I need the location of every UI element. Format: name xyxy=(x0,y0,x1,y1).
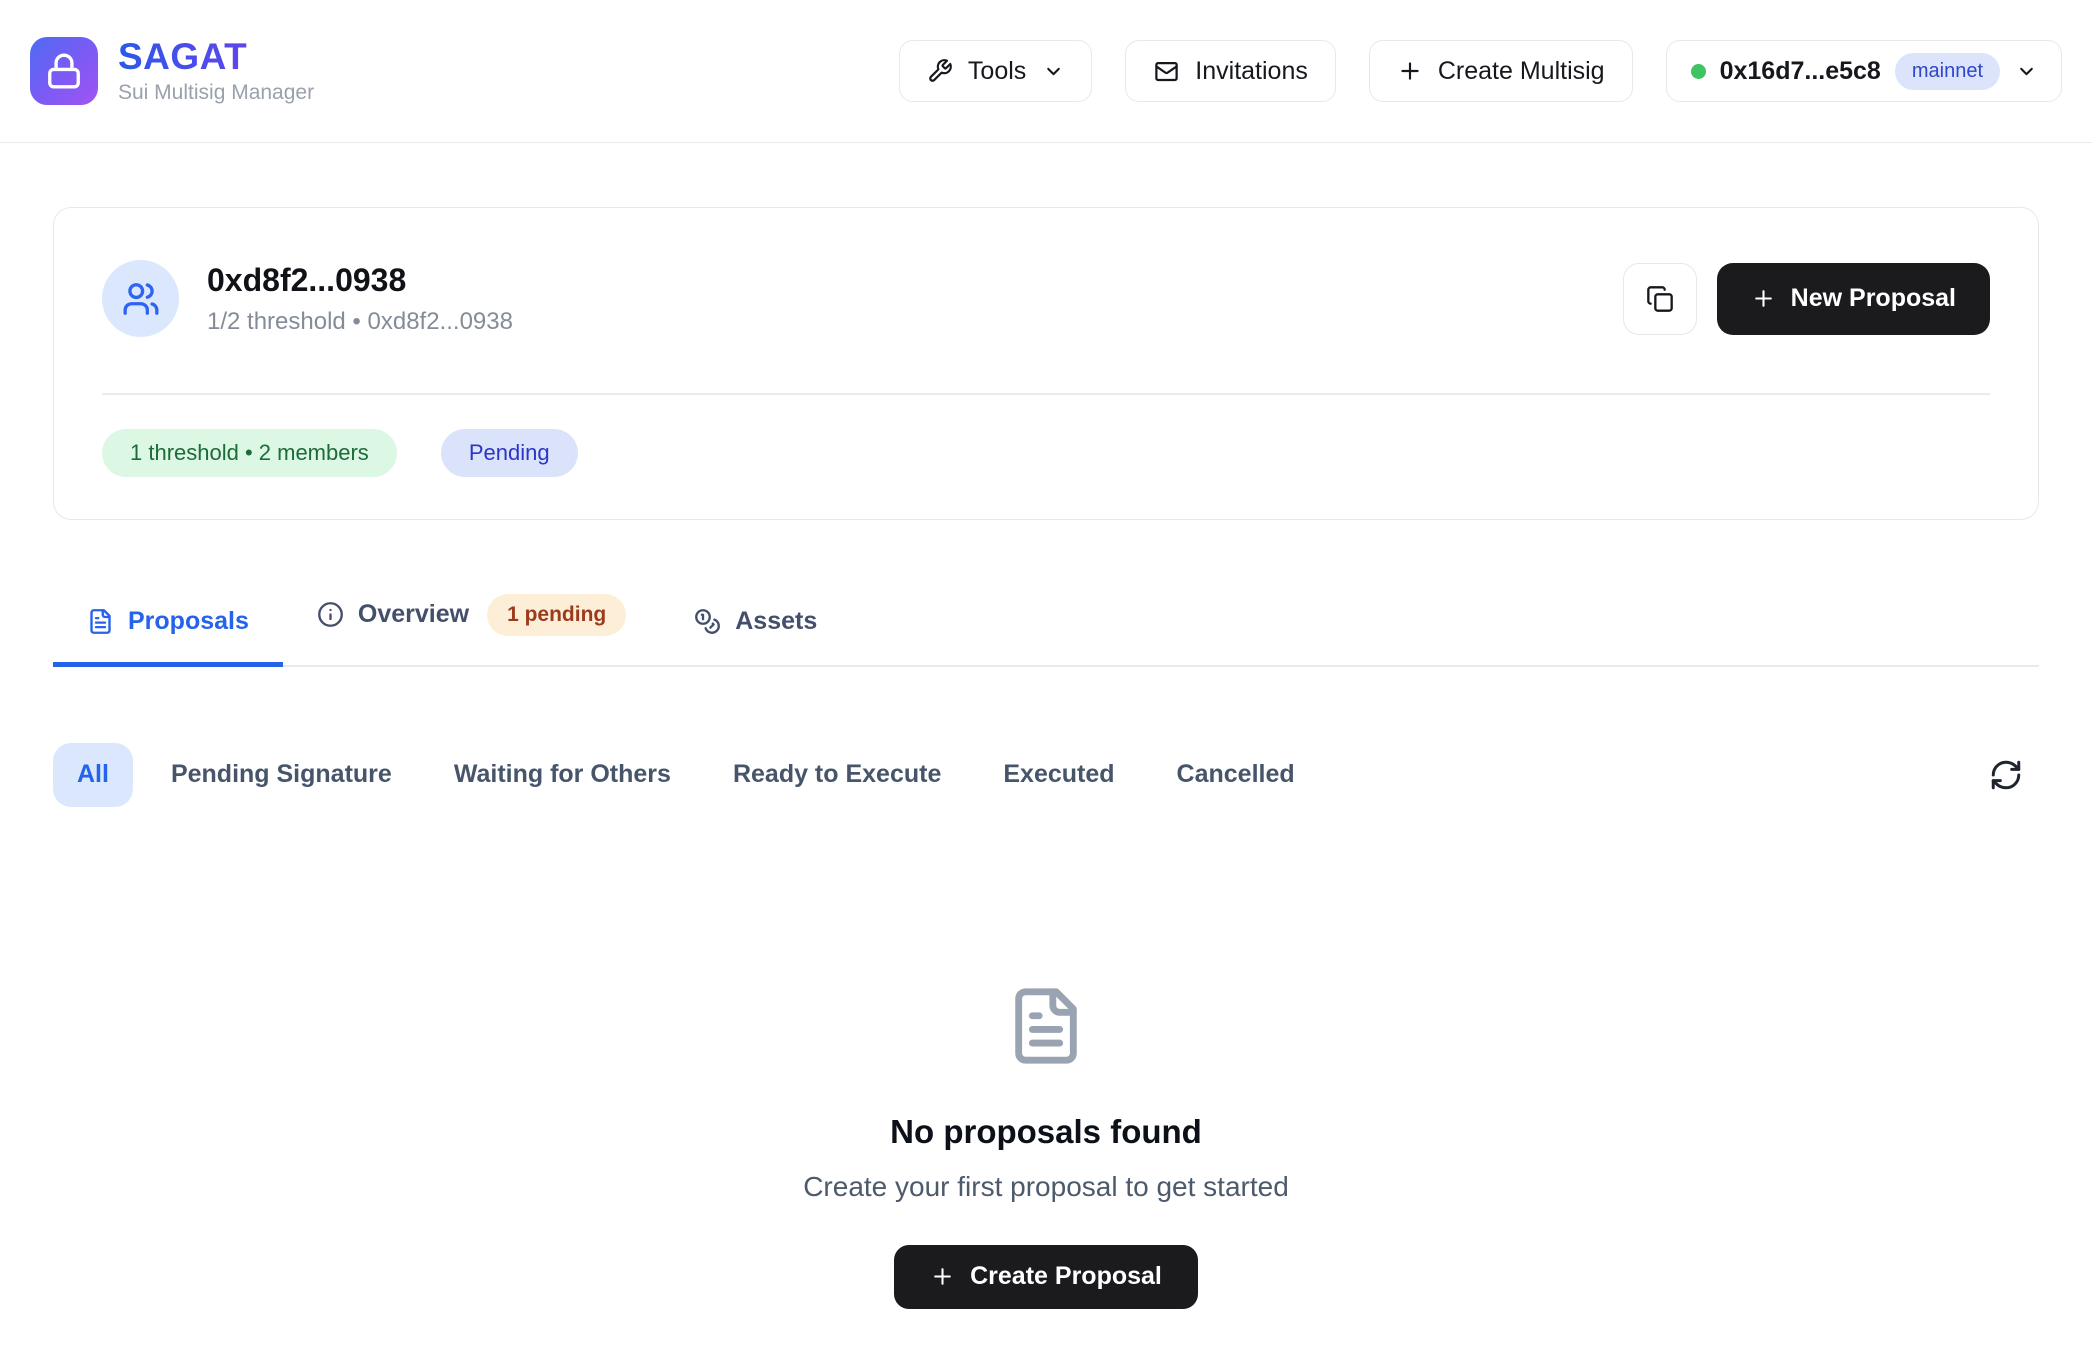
multisig-avatar xyxy=(102,260,179,337)
create-proposal-button[interactable]: Create Proposal xyxy=(894,1245,1198,1309)
filter-bar: All Pending Signature Waiting for Others… xyxy=(53,743,2039,807)
app-logo[interactable] xyxy=(30,37,98,105)
network-badge: mainnet xyxy=(1895,53,2000,90)
filter-ready-to-execute[interactable]: Ready to Execute xyxy=(709,743,965,807)
document-icon xyxy=(1005,985,1087,1067)
app-title: SAGAT xyxy=(118,37,314,78)
wallet-address: 0x16d7...e5c8 xyxy=(1720,57,1881,86)
chevron-down-icon xyxy=(1043,61,1064,82)
card-divider xyxy=(102,393,1990,395)
mail-icon xyxy=(1153,58,1180,85)
multisig-subtitle: 1/2 threshold • 0xd8f2...0938 xyxy=(207,308,513,336)
filter-cancelled[interactable]: Cancelled xyxy=(1153,743,1319,807)
multisig-actions: New Proposal xyxy=(1623,263,1990,335)
tab-assets-label: Assets xyxy=(735,607,817,636)
wallet-button[interactable]: 0x16d7...e5c8 mainnet xyxy=(1666,40,2062,102)
new-proposal-label: New Proposal xyxy=(1791,284,1956,313)
refresh-icon xyxy=(1989,758,2023,792)
plus-icon xyxy=(1751,286,1776,311)
multisig-card-header: 0xd8f2...0938 1/2 threshold • 0xd8f2...0… xyxy=(102,260,1990,337)
app-header: SAGAT Sui Multisig Manager Tools Invitat… xyxy=(0,0,2092,143)
tab-bar: Proposals Overview 1 pending Assets xyxy=(53,580,2039,667)
tools-button[interactable]: Tools xyxy=(899,40,1092,102)
multisig-titles: 0xd8f2...0938 1/2 threshold • 0xd8f2...0… xyxy=(207,262,513,336)
chevron-down-icon xyxy=(2016,61,2037,82)
create-proposal-label: Create Proposal xyxy=(970,1262,1162,1291)
invitations-button[interactable]: Invitations xyxy=(1125,40,1336,102)
tab-overview-label: Overview xyxy=(358,600,469,629)
empty-state-subtitle: Create your first proposal to get starte… xyxy=(803,1171,1289,1203)
connection-status-dot xyxy=(1691,64,1706,79)
tab-assets[interactable]: Assets xyxy=(660,593,851,667)
members-badge: 1 threshold • 2 members xyxy=(102,429,397,477)
status-badge: Pending xyxy=(441,429,578,477)
multisig-card: 0xd8f2...0938 1/2 threshold • 0xd8f2...0… xyxy=(53,207,2039,520)
plus-icon xyxy=(930,1264,955,1289)
create-multisig-label: Create Multisig xyxy=(1438,57,1605,86)
tab-proposals[interactable]: Proposals xyxy=(53,593,283,667)
new-proposal-button[interactable]: New Proposal xyxy=(1717,263,1990,335)
tools-label: Tools xyxy=(968,57,1026,86)
invitations-label: Invitations xyxy=(1195,57,1308,86)
file-text-icon xyxy=(87,608,114,635)
copy-icon xyxy=(1646,285,1674,313)
copy-address-button[interactable] xyxy=(1623,263,1697,335)
filter-waiting-for-others[interactable]: Waiting for Others xyxy=(430,743,695,807)
info-icon xyxy=(317,601,344,628)
tab-overview[interactable]: Overview 1 pending xyxy=(283,580,660,667)
users-icon xyxy=(122,280,160,318)
coins-icon xyxy=(694,608,721,635)
lock-icon xyxy=(45,52,83,90)
main-content: 0xd8f2...0938 1/2 threshold • 0xd8f2...0… xyxy=(0,207,2092,1309)
brand: SAGAT Sui Multisig Manager xyxy=(30,37,314,105)
multisig-title: 0xd8f2...0938 xyxy=(207,262,513,299)
filter-all[interactable]: All xyxy=(53,743,133,807)
brand-text: SAGAT Sui Multisig Manager xyxy=(118,37,314,105)
wrench-icon xyxy=(927,58,953,84)
app-subtitle: Sui Multisig Manager xyxy=(118,81,314,105)
empty-state: No proposals found Create your first pro… xyxy=(53,985,2039,1309)
pending-count-badge: 1 pending xyxy=(487,594,626,636)
refresh-button[interactable] xyxy=(1989,758,2023,792)
empty-state-title: No proposals found xyxy=(890,1113,1202,1151)
tab-proposals-label: Proposals xyxy=(128,607,249,636)
plus-icon xyxy=(1397,58,1423,84)
filter-executed[interactable]: Executed xyxy=(979,743,1138,807)
header-actions: Tools Invitations Create Multisig 0x16d7… xyxy=(899,40,2062,102)
create-multisig-button[interactable]: Create Multisig xyxy=(1369,40,1633,102)
badge-row: 1 threshold • 2 members Pending xyxy=(102,429,1990,477)
filter-pending-signature[interactable]: Pending Signature xyxy=(147,743,416,807)
